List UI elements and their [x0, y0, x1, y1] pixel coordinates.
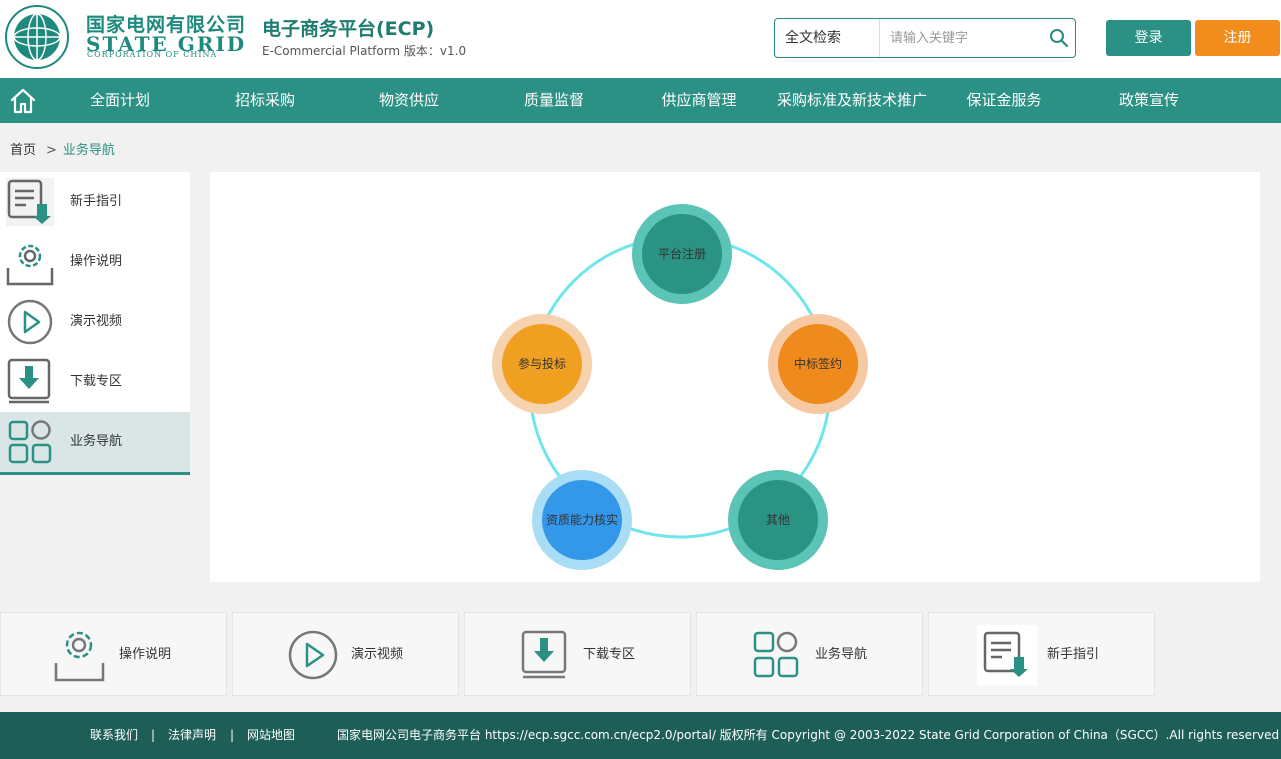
footer-link-sitemap[interactable]: 网站地图 [247, 712, 295, 759]
sidebar-item-label: 业务导航 [70, 434, 123, 449]
sidebar-item-download[interactable]: 下载专区 [0, 352, 190, 412]
footer-link-contact[interactable]: 联系我们 [90, 712, 138, 759]
breadcrumb: 首页 > 业务导航 [10, 139, 115, 158]
business-nav-panel: 平台注册 中标签约 其他 资质能力核实 参与投标 [210, 172, 1260, 582]
search-type-select[interactable]: 全文检索 [775, 19, 880, 57]
breadcrumb-current: 业务导航 [62, 143, 115, 158]
footer-separator: | [151, 728, 156, 742]
home-icon[interactable] [8, 86, 38, 116]
footer-copyright: 国家电网公司电子商务平台 https://ecp.sgcc.com.cn/ecp… [337, 728, 1280, 742]
nav-item-quality[interactable]: 质量监督 [504, 78, 604, 123]
corp-name-en-sub: CORPORATION OF CHINA [87, 50, 218, 59]
node-label: 参与投标 [518, 356, 566, 371]
nav-item-deposit[interactable]: 保证金服务 [954, 78, 1054, 123]
card-guide[interactable]: 新手指引 [928, 612, 1155, 696]
card-instructions[interactable]: 操作说明 [0, 612, 227, 696]
gear-icon [54, 631, 105, 682]
download-icon [7, 358, 51, 404]
header: 国家电网有限公司 STATE GRID CORPORATION OF CHINA… [0, 0, 1281, 78]
nav-item-tender[interactable]: 招标采购 [215, 78, 315, 123]
breadcrumb-home[interactable]: 首页 [10, 143, 36, 158]
card-business-nav[interactable]: 业务导航 [696, 612, 923, 696]
node-label: 其他 [766, 513, 790, 527]
state-grid-logo-icon[interactable] [4, 4, 70, 70]
sidebar-item-label: 操作说明 [70, 254, 123, 269]
sidebar-item-nav[interactable]: 业务导航 [0, 412, 190, 475]
card-label: 业务导航 [815, 647, 868, 662]
card-label: 新手指引 [1047, 647, 1100, 662]
node-bid-participate[interactable]: 参与投标 [492, 314, 592, 414]
card-video[interactable]: 演示视频 [232, 612, 459, 696]
play-icon [288, 630, 338, 680]
breadcrumb-separator: > [46, 143, 57, 158]
sidebar-item-label: 新手指引 [70, 194, 123, 209]
guide-icon [6, 178, 54, 226]
footer-link-legal[interactable]: 法律声明 [168, 712, 216, 759]
node-label: 中标签约 [794, 356, 842, 371]
card-download[interactable]: 下载专区 [464, 612, 691, 696]
nav-item-supplier[interactable]: 供应商管理 [649, 78, 749, 123]
download-icon [521, 630, 567, 679]
grid-icon [8, 420, 52, 464]
nav-item-standards[interactable]: 采购标准及新技术推广 [766, 78, 938, 123]
card-label: 演示视频 [351, 647, 404, 662]
node-other[interactable]: 其他 [728, 470, 828, 570]
sidebar-item-instructions[interactable]: 操作说明 [0, 232, 190, 292]
guide-icon [977, 625, 1037, 685]
footer-separator: | [230, 728, 235, 742]
card-label: 操作说明 [119, 647, 172, 662]
node-label: 平台注册 [658, 246, 706, 261]
sidebar-item-label: 演示视频 [70, 314, 123, 329]
sidebar: 新手指引 操作说明 演示视频 下载专区 业务导航 [0, 172, 190, 475]
platform-subtitle: E-Commercial Platform 版本：v1.0 [262, 44, 467, 58]
main-nav: 全面计划 招标采购 物资供应 质量监督 供应商管理 采购标准及新技术推广 保证金… [0, 78, 1281, 123]
node-bid-sign[interactable]: 中标签约 [768, 314, 868, 414]
node-platform-register[interactable]: 平台注册 [632, 204, 732, 304]
node-qualification-check[interactable]: 资质能力核实 [532, 470, 632, 570]
search-icon[interactable] [1047, 26, 1071, 50]
register-button[interactable]: 注册 [1195, 20, 1280, 56]
nav-item-supply[interactable]: 物资供应 [359, 78, 459, 123]
node-label: 资质能力核实 [546, 512, 618, 527]
grid-icon [753, 631, 799, 678]
platform-title: 电子商务平台(ECP) [262, 18, 435, 40]
login-button[interactable]: 登录 [1106, 20, 1191, 56]
nav-item-plan[interactable]: 全面计划 [70, 78, 170, 123]
footer: 联系我们 | 法律声明 | 网站地图 国家电网公司电子商务平台 https://… [0, 712, 1281, 759]
business-flow-diagram: 平台注册 中标签约 其他 资质能力核实 参与投标 [492, 204, 868, 570]
sidebar-item-video[interactable]: 演示视频 [0, 292, 190, 352]
sidebar-item-label: 下载专区 [70, 374, 123, 389]
card-label: 下载专区 [583, 647, 636, 662]
play-icon [7, 299, 53, 345]
search-input[interactable] [881, 19, 1041, 57]
nav-item-policy[interactable]: 政策宣传 [1099, 78, 1199, 123]
search-box: 全文检索 [774, 18, 1076, 58]
gear-icon [6, 244, 54, 286]
sidebar-item-guide[interactable]: 新手指引 [0, 172, 190, 232]
